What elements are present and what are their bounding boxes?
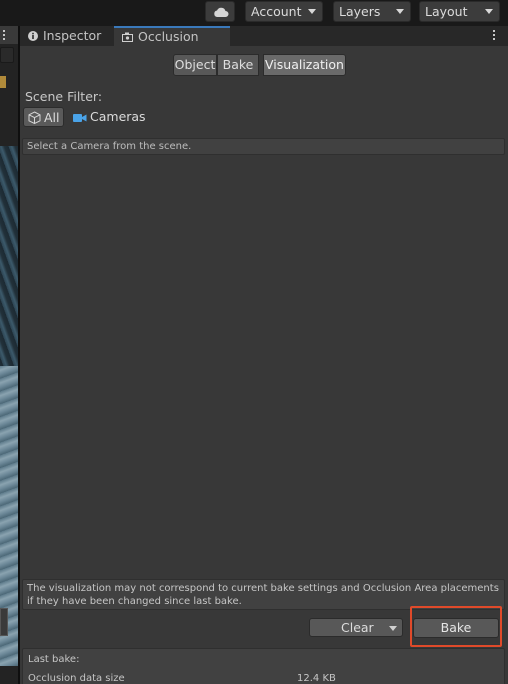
- top-toolbar: Account Layers Layout: [0, 0, 508, 26]
- visualization-area: [22, 156, 505, 576]
- layout-dropdown[interactable]: Layout: [419, 1, 500, 22]
- bake-button[interactable]: Bake: [413, 618, 499, 638]
- chevron-down-icon: [396, 9, 404, 14]
- camera-icon: [122, 29, 133, 46]
- filter-cameras-button[interactable]: Cameras: [73, 107, 146, 127]
- clear-dropdown-button[interactable]: Clear: [309, 618, 403, 637]
- tab-inspector[interactable]: Inspector: [28, 26, 101, 46]
- more-options-icon[interactable]: [493, 30, 496, 42]
- scene-handle[interactable]: [0, 608, 8, 636]
- last-bake-box: Last bake: Occlusion data size 12.4 KB: [22, 648, 505, 684]
- cloud-button[interactable]: [205, 1, 235, 22]
- scene-field[interactable]: [0, 47, 14, 63]
- scene-geometry: [0, 146, 18, 386]
- scene-view-strip[interactable]: [0, 26, 18, 684]
- video-camera-icon: [73, 109, 87, 128]
- cube-icon: [28, 110, 41, 129]
- layout-label: Layout: [425, 4, 468, 19]
- mode-bake-button[interactable]: Bake: [217, 54, 259, 76]
- info-icon: [28, 27, 38, 47]
- account-label: Account: [251, 4, 302, 19]
- occlusion-data-size-value: 12.4 KB: [297, 673, 336, 684]
- layers-label: Layers: [339, 4, 381, 19]
- tab-occlusion[interactable]: Occlusion: [114, 26, 230, 46]
- occlusion-data-size-label: Occlusion data size: [28, 673, 125, 684]
- scene-filter-label: Scene Filter:: [25, 89, 103, 104]
- cloud-icon: [214, 7, 229, 17]
- camera-notice: Select a Camera from the scene.: [22, 138, 505, 155]
- chevron-down-icon: [389, 626, 397, 631]
- mode-visualization-button[interactable]: Visualization: [263, 54, 346, 76]
- filter-cameras-label: Cameras: [90, 109, 146, 124]
- filter-all-button[interactable]: All: [23, 107, 64, 127]
- tab-occlusion-label: Occlusion: [138, 29, 199, 44]
- lock-icon: [0, 76, 6, 88]
- mode-object-button[interactable]: Object: [173, 54, 217, 76]
- scene-menu-icon[interactable]: [3, 30, 6, 42]
- occlusion-panel: Object Bake Visualization Scene Filter: …: [20, 46, 508, 684]
- visualization-warning: The visualization may not correspond to …: [22, 579, 505, 610]
- chevron-down-icon: [485, 9, 493, 14]
- filter-all-label: All: [44, 110, 60, 125]
- layers-dropdown[interactable]: Layers: [333, 1, 411, 22]
- tab-inspector-label: Inspector: [43, 28, 102, 43]
- tab-bar: Inspector Occlusion: [20, 26, 508, 46]
- clear-label: Clear: [341, 620, 374, 635]
- account-dropdown[interactable]: Account: [245, 1, 323, 22]
- chevron-down-icon: [308, 9, 316, 14]
- last-bake-title: Last bake:: [28, 654, 80, 665]
